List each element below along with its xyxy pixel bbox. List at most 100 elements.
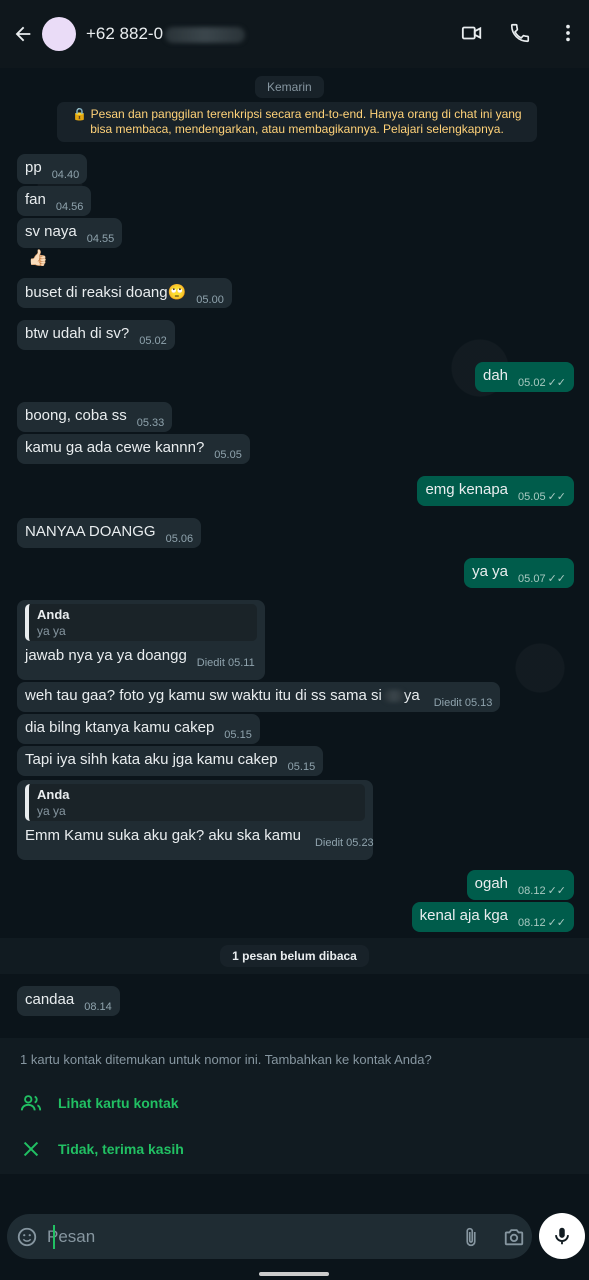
message-incoming-reply[interactable]: Anda ya ya jawab nya ya ya doangg Diedit … [17, 600, 265, 680]
view-contact-card-label: Lihat kartu kontak [58, 1095, 179, 1111]
message-incoming[interactable]: fan 04.56 [17, 186, 92, 216]
contact-name: +62 882-0 [86, 24, 164, 43]
message-time: 04.55 [86, 233, 115, 245]
message-time: 05.07 [518, 573, 546, 585]
chat-header: +62 882-0 [0, 0, 589, 68]
message-text: pp [25, 159, 42, 176]
video-call-icon[interactable] [461, 22, 483, 44]
read-ticks-icon: ✓✓ [547, 573, 566, 585]
message-incoming[interactable]: pp 04.40 [17, 154, 88, 184]
back-arrow-icon[interactable] [12, 23, 34, 45]
chat-area[interactable]: Kemarin 🔒 Pesan dan panggilan terenkrips… [0, 68, 589, 1038]
quote-text: ya ya [37, 624, 66, 638]
message-incoming[interactable]: kamu ga ada cewe kannn? 05.05 [17, 434, 250, 464]
message-input-box[interactable] [7, 1214, 532, 1259]
message-text: buset di reaksi doang🙄 [25, 284, 187, 301]
message-time: 05.15 [224, 729, 252, 741]
message-time: Diedit 05.23 [314, 837, 374, 849]
quoted-message[interactable]: Anda ya ya [25, 604, 257, 641]
decline-button[interactable]: Tidak, terima kasih [20, 1138, 184, 1160]
message-time: 05.05 [214, 449, 242, 461]
message-time: 05.02 [518, 377, 546, 389]
message-time: 05.00 [196, 294, 224, 306]
mic-icon [555, 1227, 569, 1245]
message-text: NANYAA DOANGG [25, 523, 156, 540]
message-text: ya ya [472, 563, 509, 580]
camera-icon[interactable] [503, 1226, 525, 1248]
phone-icon[interactable] [509, 22, 531, 44]
voice-message-button[interactable] [539, 1213, 585, 1259]
decline-label: Tidak, terima kasih [58, 1141, 184, 1157]
message-time: 08.12 [518, 885, 546, 897]
message-time: 05.06 [165, 533, 194, 545]
message-text: kenal aja kga [419, 907, 509, 924]
contact-card-prompt: 1 kartu kontak ditemukan untuk nomor ini… [0, 1038, 589, 1174]
message-outgoing[interactable]: ya ya 05.07 ✓✓ [464, 558, 574, 588]
message-incoming[interactable]: sv naya 04.55 [17, 218, 123, 248]
message-incoming[interactable]: weh tau gaa? foto yg kamu sw waktu itu d… [17, 682, 501, 712]
contact-card-info: 1 kartu kontak ditemukan untuk nomor ini… [20, 1052, 432, 1067]
quoted-message[interactable]: Anda ya ya [25, 784, 365, 821]
contact-title[interactable]: +62 882-0 [86, 24, 246, 44]
message-text: Emm Kamu suka aku gak? aku ska kamu [25, 827, 301, 844]
message-text: jawab nya ya ya doangg [25, 647, 187, 664]
message-time: 05.15 [287, 761, 316, 773]
more-vert-icon[interactable] [557, 22, 579, 44]
composer-bar [0, 1174, 589, 1280]
emoji-sticker-icon[interactable] [16, 1226, 38, 1248]
message-incoming-reply[interactable]: Anda ya ya Emm Kamu suka aku gak? aku sk… [17, 780, 374, 860]
redacted-number [165, 26, 246, 43]
quote-author: Anda [37, 787, 70, 802]
quote-author: Anda [37, 607, 70, 622]
message-incoming[interactable]: candaa 08.14 [17, 986, 120, 1016]
read-ticks-icon: ✓✓ [547, 491, 566, 503]
message-text: btw udah di sv? [25, 325, 130, 342]
message-incoming[interactable]: dia bilng ktanya kamu cakep 05.15 [17, 714, 260, 744]
message-incoming[interactable]: buset di reaksi doang🙄 05.00 [17, 278, 232, 308]
message-text-end: ya [403, 687, 420, 704]
message-time: Diedit 05.11 [196, 657, 255, 669]
text-caret [53, 1225, 55, 1249]
message-time: 04.40 [51, 169, 80, 181]
message-outgoing[interactable]: kenal aja kga 08.12 ✓✓ [411, 902, 574, 932]
message-text: weh tau gaa? foto yg kamu sw waktu itu d… [25, 687, 382, 704]
message-text: ogah [474, 875, 509, 892]
message-text: kamu ga ada cewe kannn? [25, 439, 205, 456]
gesture-nav-bar[interactable] [259, 1272, 329, 1276]
message-incoming[interactable]: boong, coba ss 05.33 [17, 402, 173, 432]
read-ticks-icon: ✓✓ [547, 885, 566, 897]
message-text: Tapi iya sihh kata aku jga kamu cakep [25, 751, 278, 768]
message-time: 04.56 [55, 201, 84, 213]
message-text: fan [25, 191, 46, 208]
header-actions [461, 22, 579, 44]
message-incoming[interactable]: NANYAA DOANGG 05.06 [17, 518, 202, 548]
message-incoming[interactable]: Tapi iya sihh kata aku jga kamu cakep 05.… [17, 746, 324, 776]
message-outgoing[interactable]: dah 05.02 ✓✓ [475, 362, 574, 392]
read-ticks-icon: ✓✓ [547, 377, 566, 389]
message-outgoing[interactable]: ogah 08.12 ✓✓ [466, 870, 574, 900]
message-incoming[interactable]: btw udah di sv? 05.02 [17, 320, 175, 350]
message-input[interactable] [47, 1224, 427, 1250]
avatar[interactable] [42, 17, 76, 51]
close-icon [23, 1141, 39, 1157]
quote-text: ya ya [37, 804, 66, 818]
view-contact-card-button[interactable]: Lihat kartu kontak [20, 1092, 179, 1114]
message-text: candaa [25, 991, 75, 1008]
message-outgoing[interactable]: emg kenapa 05.05 ✓✓ [417, 476, 574, 506]
encryption-notice[interactable]: 🔒 Pesan dan panggilan terenkripsi secara… [57, 102, 537, 142]
message-time: Diedit 05.13 [433, 697, 493, 709]
read-ticks-icon: ✓✓ [547, 917, 566, 929]
reaction-emoji[interactable]: 👍🏻 [28, 248, 48, 268]
message-time: 08.12 [518, 917, 546, 929]
message-time: 05.02 [139, 335, 167, 347]
message-text: dia bilng ktanya kamu cakep [25, 719, 215, 736]
message-time: 08.14 [84, 1001, 112, 1013]
people-icon [20, 1095, 42, 1111]
date-chip: Kemarin [255, 76, 324, 98]
message-time: 05.05 [518, 491, 546, 503]
message-text: sv naya [25, 223, 77, 240]
message-text: emg kenapa [425, 481, 509, 498]
unread-banner: 1 pesan belum dibaca [0, 938, 589, 974]
redacted-name [383, 690, 404, 703]
attach-icon[interactable] [461, 1226, 481, 1248]
